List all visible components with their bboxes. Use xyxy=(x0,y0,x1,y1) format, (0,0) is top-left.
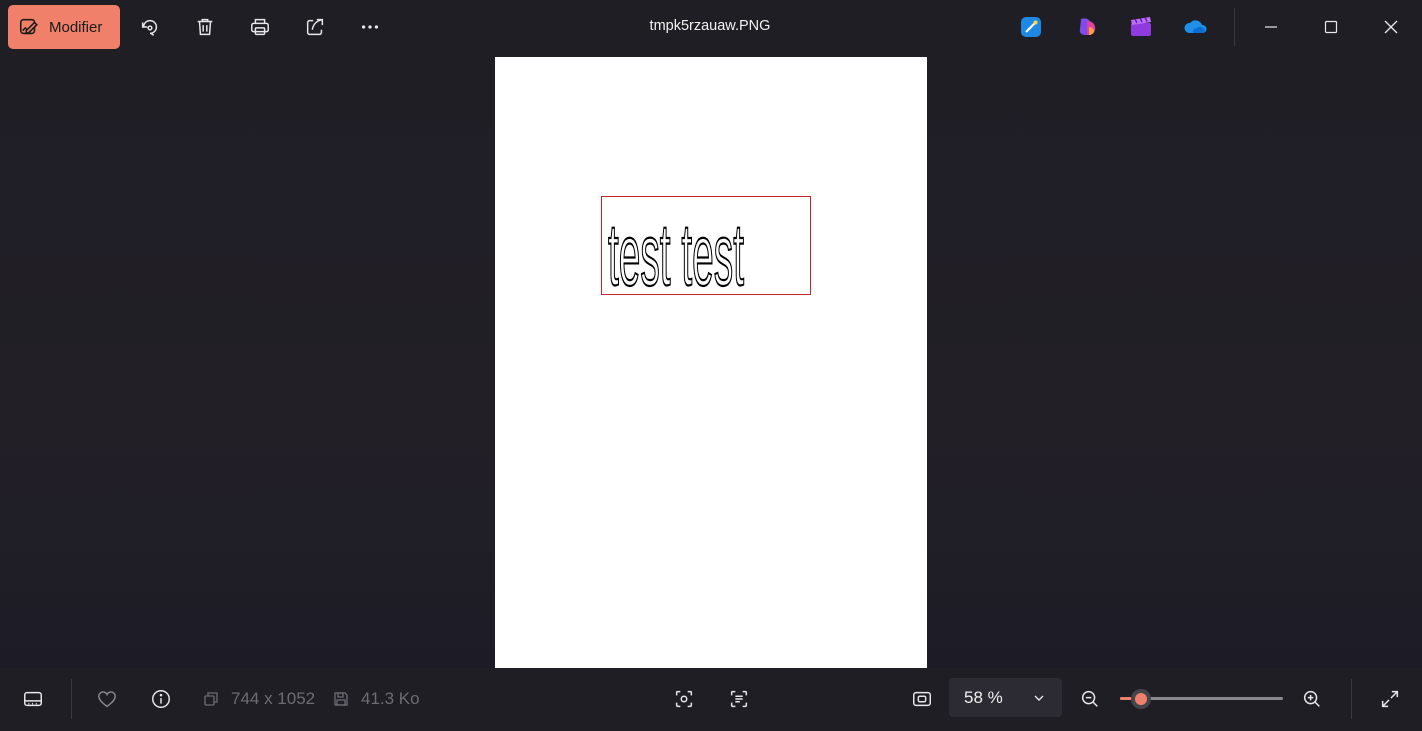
zoom-dropdown[interactable]: 58 % xyxy=(949,678,1062,717)
status-separator xyxy=(1351,679,1352,719)
chevron-down-icon xyxy=(1034,695,1044,701)
fullscreen-icon[interactable] xyxy=(1378,687,1402,711)
visual-search-icon[interactable] xyxy=(672,687,696,711)
rotate-icon[interactable] xyxy=(138,14,162,40)
zoom-value: 58 % xyxy=(964,687,1003,707)
maximize-icon[interactable] xyxy=(1318,14,1344,40)
title-bar: Modifier tmpk5rzauaw.PNG xyxy=(0,0,1422,56)
zoom-slider-thumb[interactable] xyxy=(1131,689,1152,709)
print-icon[interactable] xyxy=(248,14,272,40)
zoom-slider[interactable] xyxy=(1120,688,1283,709)
window-title: tmpk5rzauaw.PNG xyxy=(649,18,771,34)
file-size: 41.3 Ko xyxy=(333,689,420,709)
image-dimensions: 744 x 1052 xyxy=(203,689,315,709)
info-icon[interactable] xyxy=(149,687,173,711)
status-separator xyxy=(71,679,72,719)
share-icon[interactable] xyxy=(303,14,327,40)
favorite-icon[interactable] xyxy=(95,687,119,711)
more-icon[interactable] xyxy=(358,14,382,40)
image-page: test test xyxy=(495,57,927,668)
outlined-text: test test xyxy=(607,204,745,296)
file-size-value: 41.3 Ko xyxy=(361,689,420,708)
close-icon[interactable] xyxy=(1378,14,1404,40)
save-disk-icon xyxy=(334,692,348,706)
clipchamp-icon[interactable] xyxy=(1128,14,1154,40)
status-bar: 744 x 1052 41.3 Ko 58 % xyxy=(0,668,1422,731)
edit-image-icon xyxy=(19,18,38,35)
filmstrip-icon[interactable] xyxy=(21,687,45,711)
onedrive-icon[interactable] xyxy=(1183,14,1209,40)
delete-icon[interactable] xyxy=(193,14,217,40)
title-bar-separator xyxy=(1234,8,1235,46)
dimensions-value: 744 x 1052 xyxy=(231,689,316,708)
zoom-in-icon[interactable] xyxy=(1300,687,1324,711)
designer-icon[interactable] xyxy=(1018,14,1044,40)
document-text: test test xyxy=(608,205,744,296)
copilot-icon[interactable] xyxy=(1075,14,1101,40)
zoom-out-icon[interactable] xyxy=(1078,687,1102,711)
dimensions-icon xyxy=(204,692,218,706)
scan-text-icon[interactable] xyxy=(727,687,751,711)
text-box: test test xyxy=(601,196,811,296)
edit-button-label: Modifier xyxy=(49,18,103,36)
image-viewport[interactable]: test test xyxy=(0,56,1422,668)
edit-button[interactable]: Modifier xyxy=(8,5,120,49)
actual-size-icon[interactable] xyxy=(910,687,934,711)
minimize-icon[interactable] xyxy=(1258,14,1284,40)
